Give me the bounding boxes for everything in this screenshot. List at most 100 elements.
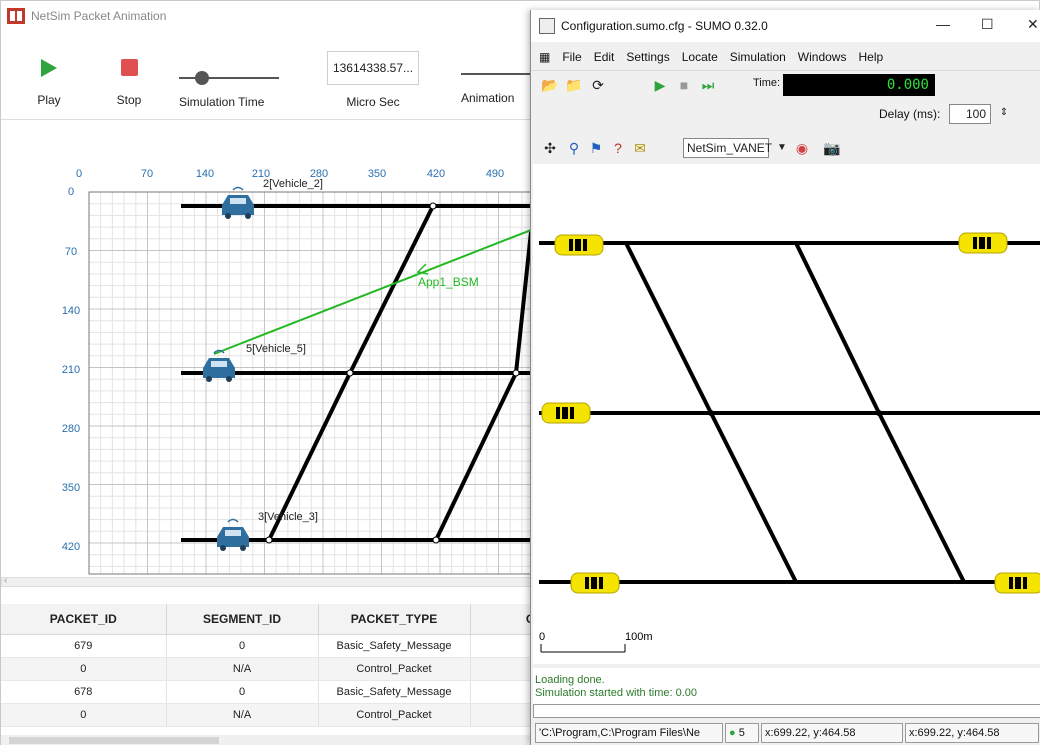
column-header[interactable]: PACKET_ID (1, 604, 167, 635)
packet-arrow-icon (416, 263, 429, 275)
sumo-statusbar: 'C:\Program,C:\Program Files\Ne ● 5 x:69… (531, 720, 1040, 745)
y-tick-label: 420 (62, 541, 80, 553)
menu-help[interactable]: Help (858, 50, 883, 64)
open-folder-icon[interactable]: 📂 (541, 76, 559, 94)
car-roof (979, 237, 985, 249)
color-wheel-icon[interactable]: ◉ (793, 139, 811, 157)
sumo-road (709, 412, 798, 583)
canvas-horizontal-scrollbar[interactable]: ‹ (1, 575, 531, 587)
slider-track (179, 77, 279, 79)
animation-canvas[interactable]: 0 70 140 210 280 350 420 490 0 70 140 210 280 350 420 A… (1, 119, 531, 584)
car-window (570, 407, 574, 419)
table-cell: Control_Packet (318, 657, 471, 681)
road-junction (346, 369, 354, 377)
status-coord-1: x:699.22, y:464.58 (761, 723, 903, 743)
column-header[interactable]: PACKET_TYPE (318, 604, 471, 635)
delay-input[interactable]: 100 (949, 104, 991, 124)
stop-label: Stop (116, 93, 142, 107)
sumo-menubar: ▦ File Edit Settings Locate Simulation W… (531, 46, 1040, 68)
road-junction (429, 202, 437, 210)
inspect-icon[interactable]: ? (609, 139, 627, 157)
run-icon[interactable]: ▶ (651, 76, 669, 94)
car-window (585, 577, 589, 589)
view-scheme-select[interactable]: NetSim_VANET (683, 138, 772, 158)
delay-spinner-icon[interactable]: ⇕ (995, 104, 1013, 122)
sumo-vehicle (958, 232, 1008, 254)
time-label: Time: (753, 77, 781, 89)
x-tick-label: 350 (368, 168, 386, 180)
message-line: Loading done. (535, 674, 605, 686)
step-icon[interactable]: ⏭ (699, 76, 717, 94)
car-window (973, 237, 977, 249)
sumo-vehicle (554, 234, 604, 256)
menu-locate[interactable]: Locate (682, 50, 718, 64)
table-cell: N/A (166, 657, 319, 681)
sumo-delay-toolbar: Delay (ms): 100 ⇕ (531, 100, 1040, 128)
table-row[interactable]: 0N/AControl_PacketWI (1, 657, 531, 681)
reload-icon[interactable]: ⟳ (589, 76, 607, 94)
table-scroll-thumb[interactable] (9, 737, 219, 744)
screenshot-icon[interactable]: 📷 (823, 139, 841, 157)
road-junction (265, 536, 273, 544)
sumo-window: Configuration.sumo.cfg - SUMO 0.32.0 — ☐… (530, 10, 1040, 745)
vehicle-node: 2[Vehicle_2] (222, 178, 323, 219)
play-icon (41, 59, 57, 77)
table-row[interactable]: 0N/AControl_PacketWI (1, 703, 531, 727)
menu-settings[interactable]: Settings (626, 50, 669, 64)
table-cell: 0 (166, 634, 319, 658)
table-cell: Basic_Safety_Message (318, 680, 471, 704)
tooltip-icon[interactable]: ✉ (631, 139, 649, 157)
table-cell: Ap (470, 680, 531, 704)
sumo-view-toolbar: ✣ ⚲ ⚑ ? ✉ NetSim_VANET ▼ ◉ 📷 (531, 134, 1040, 162)
minimize-icon[interactable]: — (936, 16, 950, 32)
netsim-app-icon (7, 8, 25, 24)
menu-edit[interactable]: Edit (594, 50, 615, 64)
table-cell: WI (470, 657, 531, 681)
car-roof (562, 407, 568, 419)
locate-icon[interactable]: ⚑ (587, 139, 605, 157)
table-row[interactable]: 6790Basic_Safety_MessageAp (1, 634, 531, 658)
sumo-network-view[interactable]: 0 100m (533, 164, 1040, 664)
status-path: 'C:\Program,C:\Program Files\Ne (535, 723, 723, 743)
chevron-down-icon[interactable]: ▼ (773, 139, 791, 157)
netsim-titlebar: NetSim Packet Animation (1, 1, 531, 31)
menu-file[interactable]: File (562, 50, 581, 64)
y-tick-label: 70 (65, 246, 77, 258)
scroll-left-icon[interactable]: ‹ (4, 575, 7, 586)
road-segment (514, 231, 531, 374)
vehicle-count: 5 (738, 727, 745, 739)
close-icon[interactable]: ✕ (1027, 16, 1039, 33)
slider-knob[interactable] (195, 71, 209, 85)
delay-label: Delay (ms): (879, 107, 941, 121)
menu-simulation[interactable]: Simulation (730, 50, 786, 64)
car-roof (575, 239, 581, 251)
sumo-titlebar: Configuration.sumo.cfg - SUMO 0.32.0 — ☐… (531, 10, 1040, 42)
packet-table: PACKET_IDSEGMENT_IDPACKET_TYPECONTROL 67… (1, 604, 531, 729)
car-window (583, 239, 587, 251)
vehicle-label: 3[Vehicle_3] (258, 511, 318, 523)
table-cell: N/A (166, 703, 319, 727)
vehicle-label: 2[Vehicle_2] (263, 178, 323, 190)
packet-label: App1_BSM (418, 275, 479, 289)
column-header[interactable]: SEGMENT_ID (166, 604, 319, 635)
recenter-view-icon[interactable]: ✣ (541, 139, 559, 157)
open-network-icon[interactable]: 📁 (565, 76, 583, 94)
column-header[interactable]: CONTROL (470, 604, 531, 635)
table-horizontal-scrollbar[interactable] (1, 735, 531, 745)
car-window (569, 239, 573, 251)
car-window (987, 237, 991, 249)
wifi-icon (227, 518, 239, 523)
menu-windows[interactable]: Windows (798, 50, 847, 64)
message-scrollbar[interactable] (533, 704, 1040, 718)
zoom-icon[interactable]: ⚲ (565, 139, 583, 157)
sumo-road (624, 242, 713, 414)
table-body: 6790Basic_Safety_MessageAp0N/AControl_Pa… (1, 634, 531, 727)
menu-app-icon[interactable]: ▦ (539, 50, 550, 64)
maximize-icon[interactable]: ☐ (981, 16, 994, 33)
sumo-junction (876, 410, 882, 416)
table-row[interactable]: 6780Basic_Safety_MessageAp (1, 680, 531, 704)
micro-sec-value[interactable]: 13614338.57... (327, 51, 419, 85)
micro-sec-label: Micro Sec (346, 95, 400, 109)
stop-sim-icon[interactable]: ■ (675, 76, 693, 94)
table-header-row: PACKET_IDSEGMENT_IDPACKET_TYPECONTROL (1, 604, 531, 635)
